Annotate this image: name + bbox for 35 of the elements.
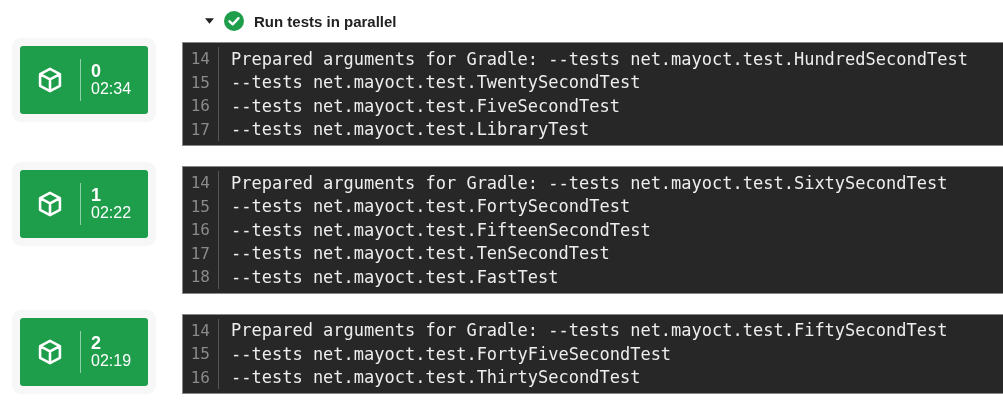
- caret-icon[interactable]: [205, 18, 214, 24]
- log-line: --tests net.mayoct.test.TenSecondTest: [231, 243, 610, 264]
- line-number: 14: [183, 47, 219, 71]
- shard-index: 1: [91, 186, 102, 206]
- line-number: 16: [183, 94, 219, 118]
- step-title: Run tests in parallel: [254, 12, 397, 30]
- log-line: --tests net.mayoct.test.FifteenSecondTest: [231, 219, 651, 240]
- line-number: 17: [183, 241, 219, 265]
- log-line: Prepared arguments for Gradle: --tests net.mayoct.test.HundredSecondTest: [231, 48, 968, 69]
- line-number: 14: [183, 171, 219, 195]
- shard-duration: 02:19: [91, 352, 132, 370]
- cube-icon: [36, 66, 64, 94]
- log-line: Prepared arguments for Gradle: --tests net.mayoct.test.SixtySecondTest: [231, 172, 948, 193]
- log-line: Prepared arguments for Gradle: --tests net.mayoct.test.FiftySecondTest: [231, 320, 948, 341]
- line-number: 17: [183, 117, 219, 141]
- log-line: --tests net.mayoct.test.LibraryTest: [231, 119, 590, 140]
- line-number: 14: [183, 318, 219, 342]
- log-line: --tests net.mayoct.test.FortySecondTest: [231, 196, 631, 217]
- line-number: 15: [183, 70, 219, 94]
- log-line: --tests net.mayoct.test.FortyFiveSecondTest: [231, 343, 672, 364]
- shard-duration: 02:34: [91, 81, 132, 98]
- cube-icon: [36, 190, 64, 218]
- line-number: 16: [183, 218, 219, 242]
- cube-icon: [36, 337, 64, 366]
- log-line: --tests net.mayoct.test.FastTest: [231, 266, 559, 287]
- line-number: 18: [183, 265, 219, 289]
- shard-index: 0: [91, 62, 102, 82]
- line-number: 15: [183, 342, 219, 366]
- log-line: --tests net.mayoct.test.TwentySecondTest: [231, 72, 641, 93]
- shard-duration: 02:22: [91, 205, 132, 222]
- line-number: 15: [183, 194, 219, 218]
- log-line: --tests net.mayoct.test.ThirtySecondTest: [231, 367, 641, 388]
- log-line: --tests net.mayoct.test.FiveSecondTest: [231, 95, 620, 116]
- line-number: 16: [183, 365, 219, 389]
- shard-index: 2: [91, 333, 102, 353]
